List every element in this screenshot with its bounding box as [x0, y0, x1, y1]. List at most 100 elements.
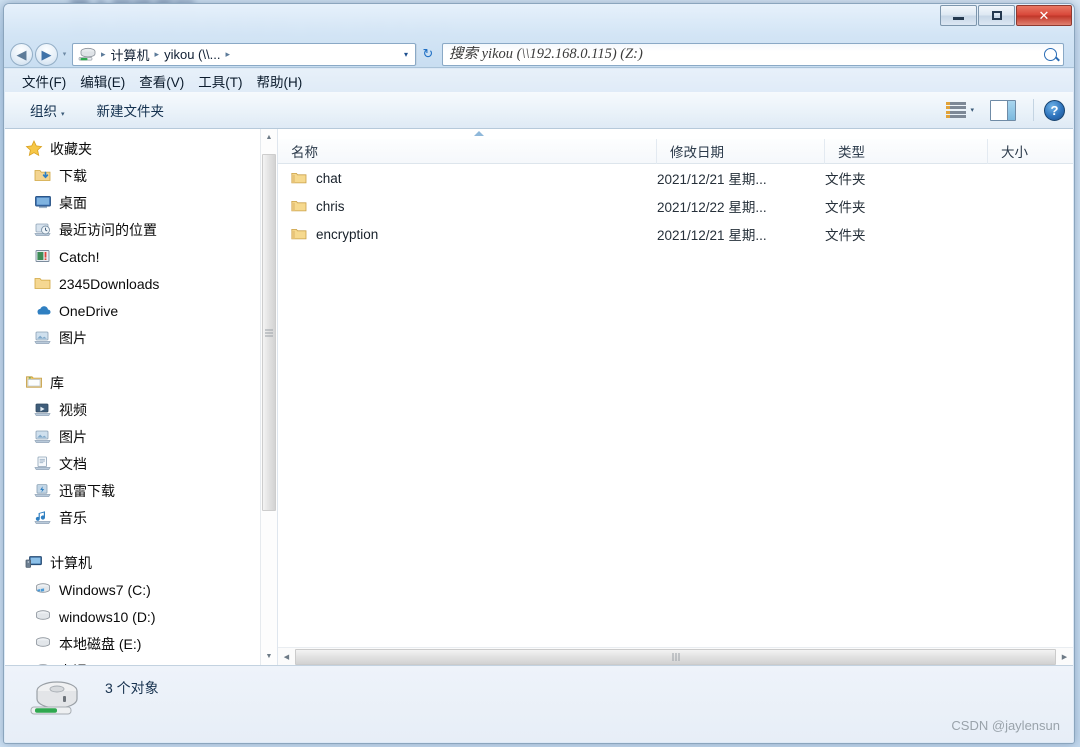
status-item-count: 3 个对象 — [105, 678, 159, 698]
column-header-size[interactable]: 大小 — [988, 139, 1073, 164]
chevron-down-icon: ▾ — [970, 106, 974, 114]
hscroll-right-button[interactable]: ▶ — [1056, 648, 1073, 666]
close-button[interactable]: ✕ — [1016, 5, 1072, 26]
table-row[interactable]: chat 2021/12/21 星期... 文件夹 — [278, 164, 1073, 192]
menu-edit[interactable]: 编辑(E) — [73, 71, 132, 91]
menu-help[interactable]: 帮助(H) — [250, 71, 310, 91]
sidebar-group-favorites[interactable]: 收藏夹 — [5, 135, 277, 162]
column-header-name[interactable]: 名称 — [278, 139, 657, 164]
file-list-hscrollbar[interactable]: ◀ ▶ — [278, 647, 1073, 665]
sidebar-item-class-f[interactable]: 上课用 (F:) — [5, 657, 277, 665]
watermark: CSDN @jaylensun — [951, 718, 1060, 733]
sidebar-item-catch[interactable]: Catch! — [5, 243, 277, 270]
toolbar-divider — [1033, 99, 1034, 121]
sidebar-gap — [5, 351, 277, 369]
onedrive-cloud-icon — [34, 302, 52, 319]
minimize-icon — [953, 17, 964, 20]
crumb-separator-2[interactable]: ▸ — [222, 49, 233, 60]
recent-pages-button[interactable]: ▾ — [58, 43, 71, 66]
explorer-window: ✕ ◀ ▶ ▾ ▸ 计算机 ▸ yikou (\\... ▸ ▾ ↻ — [3, 3, 1075, 744]
sidebar-label: 本地磁盘 (E:) — [59, 634, 141, 654]
navigation-pane: 收藏夹 下载 桌面 — [5, 129, 278, 665]
hscrollbar-track[interactable] — [295, 648, 1056, 666]
column-header-date[interactable]: 修改日期 — [657, 139, 825, 164]
forward-button[interactable]: ▶ — [35, 43, 58, 66]
sidebar-item-downloads[interactable]: 下载 — [5, 162, 277, 189]
folder-icon — [34, 275, 52, 292]
scrollbar-track[interactable] — [261, 146, 277, 648]
crumb-separator-1[interactable]: ▸ — [152, 49, 163, 60]
preview-pane-button[interactable] — [983, 96, 1023, 125]
new-folder-button[interactable]: 新建文件夹 — [90, 96, 172, 124]
sidebar-label: 图片 — [59, 328, 87, 348]
documents-icon — [34, 455, 52, 472]
back-button[interactable]: ◀ — [10, 43, 33, 66]
address-bar[interactable]: ▸ 计算机 ▸ yikou (\\... ▸ ▾ — [72, 43, 416, 66]
videos-icon — [34, 401, 52, 418]
chevron-down-icon[interactable]: ▾ — [402, 50, 413, 59]
sidebar-label: 下载 — [59, 166, 87, 186]
search-input[interactable] — [449, 46, 1044, 63]
sidebar-item-desktop[interactable]: 桌面 — [5, 189, 277, 216]
file-rows: chat 2021/12/21 星期... 文件夹 chris 2021/12/… — [278, 164, 1073, 665]
organize-button[interactable]: 组织▾ — [23, 96, 72, 124]
sidebar-item-videos[interactable]: 视频 — [5, 396, 277, 423]
sort-ascending-icon — [474, 131, 484, 136]
hscroll-left-button[interactable]: ◀ — [278, 648, 295, 666]
help-button[interactable]: ? — [1044, 100, 1065, 121]
status-bar: 3 个对象 — [5, 665, 1073, 742]
scroll-down-button[interactable]: ▼ — [261, 648, 277, 665]
hscrollbar-thumb[interactable] — [295, 649, 1056, 665]
change-view-button[interactable]: ▾ — [939, 98, 981, 122]
sidebar-label: 音乐 — [59, 508, 87, 528]
file-name: encryption — [316, 227, 378, 242]
system-drive-icon — [34, 581, 52, 598]
sidebar-item-local-disk-e[interactable]: 本地磁盘 (E:) — [5, 630, 277, 657]
sidebar-label: Catch! — [59, 249, 99, 265]
menu-view[interactable]: 查看(V) — [132, 71, 191, 91]
search-box[interactable] — [442, 43, 1064, 66]
sidebar-item-pictures-lib[interactable]: 图片 — [5, 423, 277, 450]
column-header-type[interactable]: 类型 — [825, 139, 988, 164]
breadcrumb-yikou[interactable]: yikou (\\... — [162, 47, 222, 62]
thunder-download-icon — [34, 482, 52, 499]
sidebar-item-windows7-c[interactable]: Windows7 (C:) — [5, 576, 277, 603]
table-row[interactable]: encryption 2021/12/21 星期... 文件夹 — [278, 220, 1073, 248]
sidebar-item-documents[interactable]: 文档 — [5, 450, 277, 477]
file-list-pane: 名称 修改日期 类型 大小 chat 2021/12/21 星期... 文件夹 — [278, 129, 1073, 665]
minimize-button[interactable] — [940, 5, 977, 26]
scroll-up-button[interactable]: ▲ — [261, 129, 277, 146]
refresh-icon[interactable]: ↻ — [417, 43, 439, 66]
scrollbar-thumb[interactable] — [262, 154, 276, 511]
sidebar-group-libraries[interactable]: 库 — [5, 369, 277, 396]
table-row[interactable]: chris 2021/12/22 星期... 文件夹 — [278, 192, 1073, 220]
desktop-icon — [34, 194, 52, 211]
sidebar-item-windows10-d[interactable]: windows10 (D:) — [5, 603, 277, 630]
navigation-scrollbar[interactable]: ▲ ▼ — [260, 129, 277, 665]
column-headers: 名称 修改日期 类型 大小 — [278, 139, 1073, 164]
menu-tools[interactable]: 工具(T) — [191, 71, 249, 91]
sidebar-group-computer[interactable]: 计算机 — [5, 549, 277, 576]
sidebar-item-onedrive[interactable]: OneDrive — [5, 297, 277, 324]
sidebar-item-music[interactable]: 音乐 — [5, 504, 277, 531]
sidebar-item-recent-places[interactable]: 最近访问的位置 — [5, 216, 277, 243]
folder-icon — [291, 171, 307, 185]
search-icon — [1044, 48, 1057, 61]
breadcrumb-computer[interactable]: 计算机 — [109, 45, 152, 64]
cell-type: 文件夹 — [825, 220, 988, 248]
cell-name[interactable]: encryption — [278, 220, 657, 248]
cell-date: 2021/12/21 星期... — [657, 164, 825, 192]
sidebar-gap — [5, 531, 277, 549]
sidebar-item-pictures-fav[interactable]: 图片 — [5, 324, 277, 351]
cell-type: 文件夹 — [825, 192, 988, 220]
cell-name[interactable]: chat — [278, 164, 657, 192]
maximize-button[interactable] — [978, 5, 1015, 26]
sidebar-item-thunder-download[interactable]: 迅雷下载 — [5, 477, 277, 504]
cell-name[interactable]: chris — [278, 192, 657, 220]
scrollbar-grip-icon — [672, 653, 679, 661]
menu-file[interactable]: 文件(F) — [15, 71, 73, 91]
crumb-separator-0[interactable]: ▸ — [98, 49, 109, 60]
sidebar-item-2345downloads[interactable]: 2345Downloads — [5, 270, 277, 297]
star-icon — [25, 140, 43, 157]
cell-size — [988, 164, 1073, 192]
